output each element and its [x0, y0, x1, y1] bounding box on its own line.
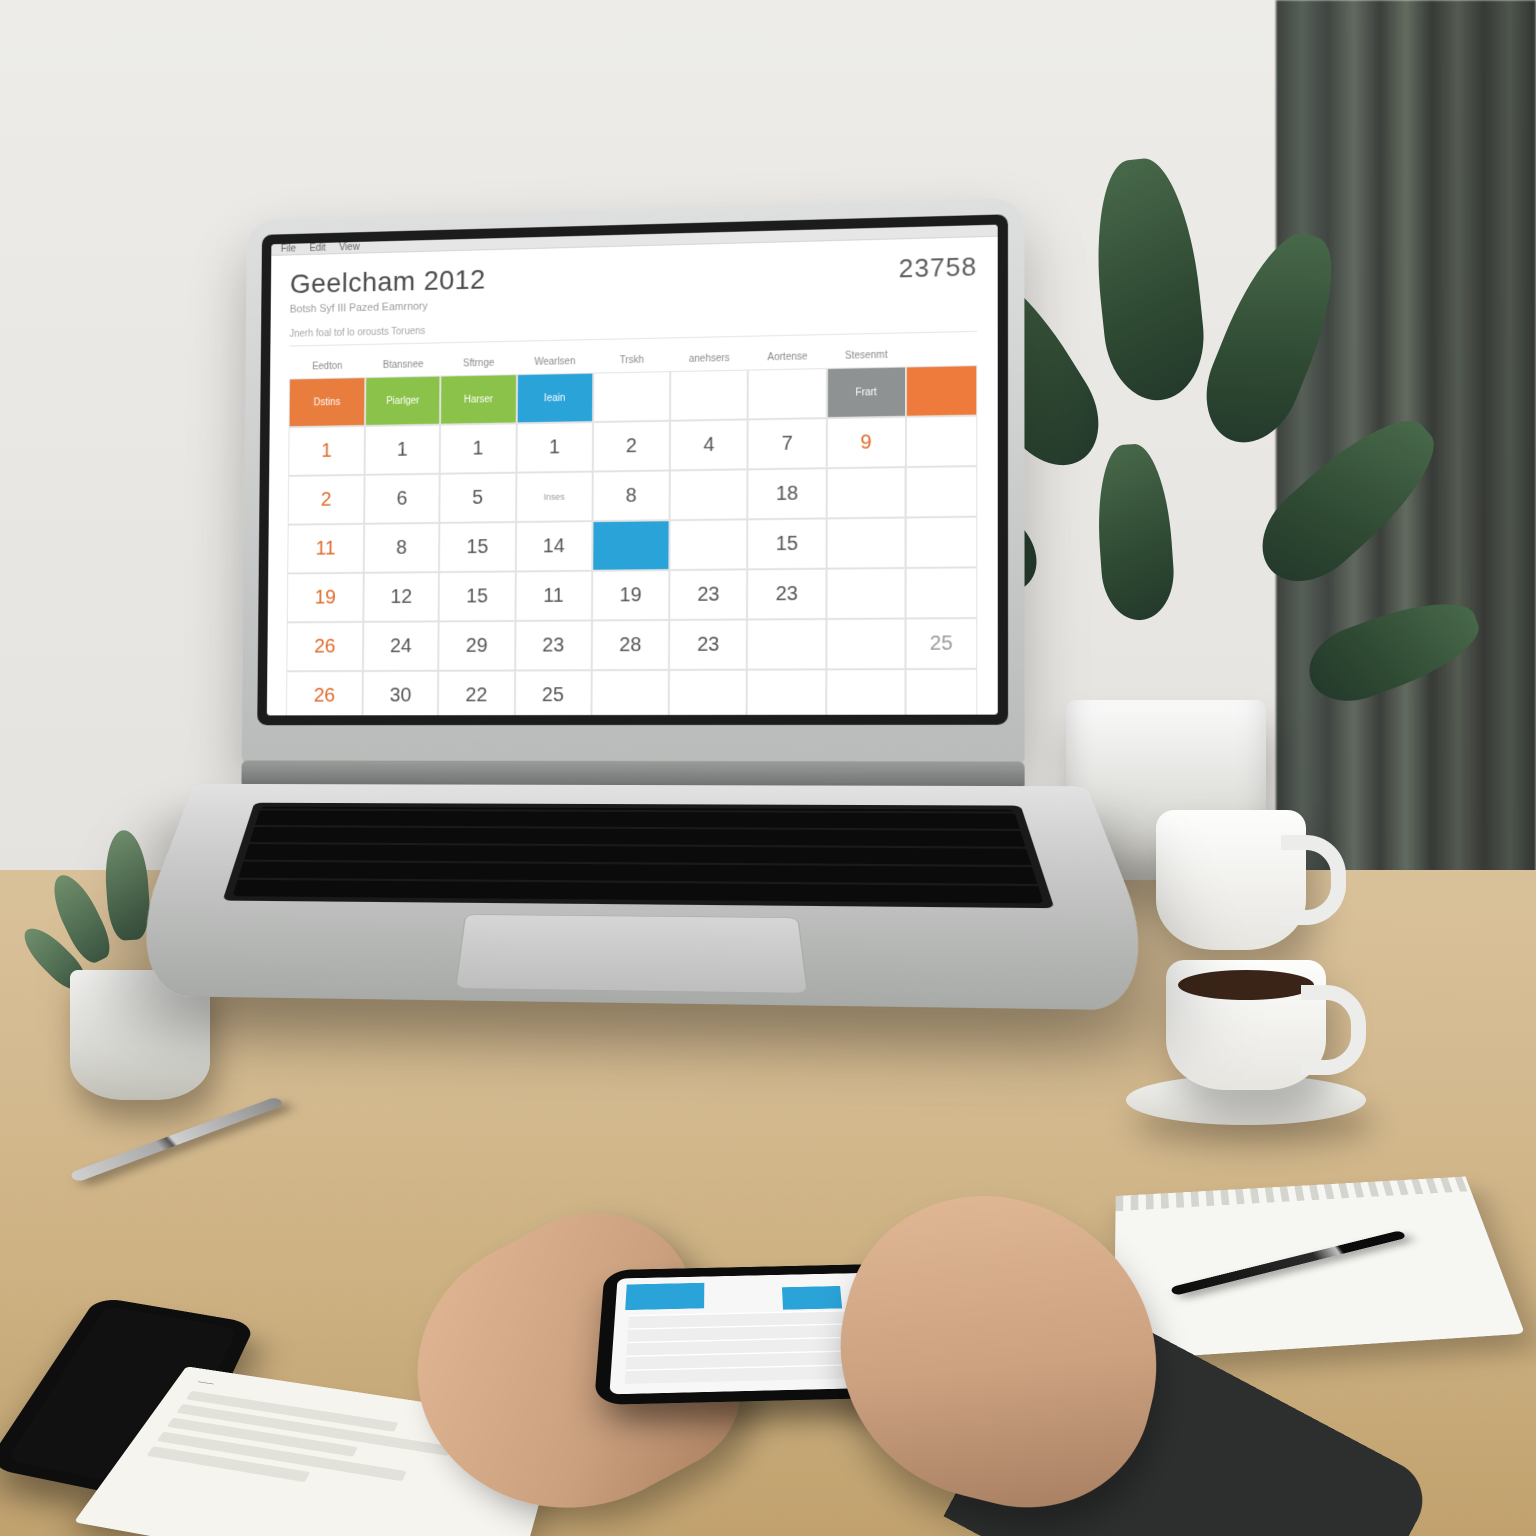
row-label: 11 — [287, 524, 364, 574]
calendar-cell[interactable]: 4 — [670, 419, 748, 470]
row-right — [905, 669, 977, 716]
calendar-chip[interactable]: Piarlger — [365, 376, 441, 426]
keyboard[interactable] — [223, 803, 1055, 908]
calendar-cell[interactable]: 30 — [363, 671, 439, 716]
calendar-chip[interactable]: Dstins — [289, 377, 366, 427]
calendar-cell[interactable]: 1 — [365, 425, 441, 475]
calendar-cell[interactable]: 23 — [669, 569, 747, 620]
calendar-cell[interactable] — [591, 670, 669, 715]
calendar-cell[interactable] — [826, 669, 906, 715]
calendar-cell[interactable] — [826, 619, 906, 670]
menubar-item[interactable]: File — [281, 244, 296, 255]
calendar-cell[interactable]: 1 — [516, 422, 593, 473]
row-right — [906, 466, 978, 517]
row-right: 25 — [906, 618, 978, 669]
menubar-item[interactable]: Edit — [309, 243, 325, 254]
calendar-grid[interactable]: EedtonBtansneeSftrnge WearlsenTrskhanehs… — [286, 342, 977, 715]
calendar-cell[interactable] — [592, 520, 670, 571]
calendar-cell[interactable]: 8 — [592, 470, 670, 521]
calendar-chip[interactable]: Ieain — [516, 373, 593, 424]
calendar-cell[interactable]: 18 — [748, 468, 827, 519]
subline-left: Jnerh foal tof lo orousts Toruens — [289, 326, 425, 340]
calendar-cell[interactable]: 28 — [592, 620, 670, 670]
calendar-app: Geelcham 2012 Botsh Syf III Pazed Eamrno… — [267, 237, 998, 716]
laptop-lid: File Edit View Geelcham 2012 Botsh Syf I… — [242, 198, 1025, 766]
laptop-screen: File Edit View Geelcham 2012 Botsh Syf I… — [267, 225, 998, 716]
calendar-cell[interactable]: 5 — [440, 473, 516, 523]
calendar-cell[interactable] — [593, 371, 670, 422]
calendar-cell[interactable]: 29 — [439, 621, 516, 671]
calendar-cell[interactable]: 14 — [515, 521, 592, 571]
calendar-cell[interactable]: 15 — [439, 571, 515, 621]
calendar-chip[interactable]: Harser — [440, 374, 516, 425]
laptop: File Edit View Geelcham 2012 Botsh Syf I… — [237, 198, 1025, 1280]
calendar-cell[interactable]: 1 — [440, 423, 516, 473]
calendar-cell[interactable] — [747, 619, 826, 670]
calendar-cell[interactable] — [669, 670, 747, 716]
calendar-cell[interactable] — [826, 518, 905, 569]
mug-coffee — [1166, 960, 1326, 1090]
calendar-chip[interactable] — [906, 365, 977, 417]
calendar-cell[interactable]: 12 — [363, 572, 439, 622]
calendar-cell[interactable]: Inses — [516, 472, 593, 522]
calendar-cell[interactable] — [748, 368, 827, 419]
row-label: 2 — [288, 475, 365, 525]
calendar-cell[interactable]: 23 — [515, 620, 592, 670]
row-label: 26 — [286, 622, 363, 671]
trackpad[interactable] — [455, 914, 808, 993]
calendar-cell[interactable] — [747, 669, 826, 715]
calendar-cell[interactable] — [826, 568, 905, 619]
row-right — [906, 416, 977, 468]
calendar-cell[interactable] — [670, 469, 748, 520]
row-label: 1 — [288, 426, 365, 476]
calendar-cell[interactable]: 2 — [593, 421, 671, 472]
header-clock: 23758 — [899, 251, 978, 284]
row-label: 26 — [286, 671, 363, 715]
app-subtitle: Botsh Syf III Pazed Eamrnory — [290, 299, 486, 315]
calendar-cell[interactable]: 24 — [363, 621, 439, 671]
calendar-cell[interactable]: 23 — [669, 619, 747, 669]
calendar-cell[interactable]: 15 — [439, 522, 515, 572]
calendar-cell[interactable] — [670, 519, 748, 570]
calendar-cell[interactable] — [826, 467, 905, 518]
row-right — [906, 567, 978, 618]
row-label: 19 — [287, 573, 364, 623]
menubar-item[interactable]: View — [339, 242, 360, 253]
calendar-chip[interactable]: Frart — [827, 367, 906, 419]
mug-empty — [1156, 810, 1306, 950]
calendar-cell[interactable]: 7 — [748, 418, 827, 469]
app-title: Geelcham 2012 — [290, 264, 486, 300]
calendar-cell[interactable]: 9 — [826, 417, 905, 468]
calendar-cell[interactable]: 8 — [364, 523, 440, 573]
calendar-cell[interactable]: 25 — [514, 670, 591, 715]
calendar-cell[interactable]: 23 — [747, 569, 826, 620]
laptop-base — [113, 784, 1175, 1011]
calendar-cell[interactable] — [670, 370, 748, 421]
notepad — [1114, 1177, 1525, 1361]
calendar-cell[interactable]: 11 — [515, 571, 592, 621]
calendar-cell[interactable]: 22 — [438, 670, 515, 715]
calendar-cell[interactable]: 6 — [364, 474, 440, 524]
row-right — [906, 517, 978, 568]
calendar-cell[interactable]: 15 — [748, 518, 827, 569]
calendar-cell[interactable]: 19 — [592, 570, 670, 620]
